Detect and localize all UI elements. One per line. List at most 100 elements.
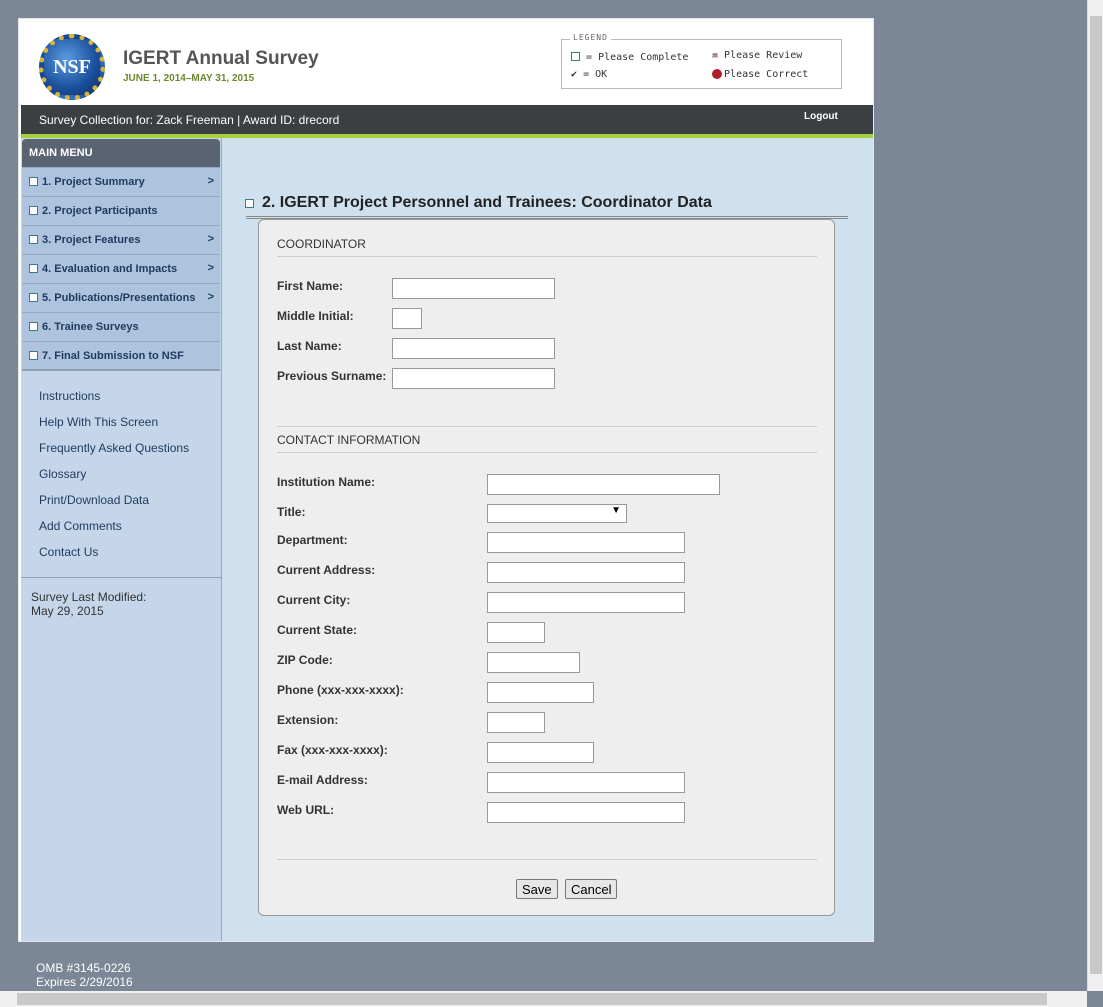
link-add-comments[interactable]: Add Comments (39, 519, 122, 533)
link-help[interactable]: Help With This Screen (39, 415, 158, 429)
web-url-input[interactable] (487, 802, 685, 823)
menu-item-project-summary[interactable]: 1. Project Summary > (22, 167, 220, 196)
square-icon (29, 206, 38, 215)
app-title: IGERT Annual Survey (123, 48, 319, 69)
page-title-text: 2. IGERT Project Personnel and Trainees:… (262, 194, 712, 211)
current-city-input[interactable] (487, 592, 685, 613)
fax-input[interactable] (487, 742, 594, 763)
form-divider (277, 859, 817, 860)
email-label: E-mail Address: (277, 773, 368, 787)
legend-complete: = Please Complete (586, 52, 689, 63)
square-icon (571, 52, 580, 61)
save-button[interactable]: Save (516, 879, 558, 899)
main-menu-title: MAIN MENU (22, 139, 220, 167)
footer: OMB #3145-0226 Expires 2/29/2016 (36, 961, 133, 989)
middle-initial-input[interactable] (392, 308, 422, 329)
institution-name-input[interactable] (487, 474, 720, 495)
previous-surname-input[interactable] (392, 368, 555, 389)
legend-correct: = Please Correct (712, 69, 809, 80)
legend-title: LEGEND (570, 33, 611, 42)
link-faq[interactable]: Frequently Asked Questions (39, 441, 189, 455)
email-input[interactable] (487, 772, 685, 793)
menu-item-label: 4. Evaluation and Impacts (42, 263, 178, 275)
menu-item-project-participants[interactable]: 2. Project Participants (22, 196, 220, 225)
fax-label: Fax (xxx-xxx-xxxx): (277, 743, 388, 757)
legend-ok: = OK (583, 69, 608, 80)
last-modified: Survey Last Modified: May 29, 2015 (31, 590, 146, 618)
nsf-logo: NSF (39, 34, 105, 100)
section-divider (277, 426, 817, 427)
menu-item-label: 5. Publications/Presentations (42, 292, 196, 304)
current-city-label: Current City: (277, 593, 351, 607)
check-icon: ✔ (571, 69, 578, 80)
coordinator-form: COORDINATOR First Name: Middle Initial: … (258, 219, 835, 916)
menu-item-project-features[interactable]: 3. Project Features > (22, 225, 220, 254)
contact-section-title: CONTACT INFORMATION (277, 433, 817, 453)
menu-item-label: 7. Final Submission to NSF (42, 350, 184, 362)
logout-link[interactable]: Logout (804, 111, 838, 122)
link-instructions[interactable]: Instructions (39, 389, 100, 403)
square-icon (29, 177, 38, 186)
first-name-label: First Name: (277, 279, 344, 293)
last-name-input[interactable] (392, 338, 555, 359)
square-icon (29, 235, 38, 244)
previous-surname-label: Previous Surname: (277, 369, 387, 383)
square-icon (29, 293, 38, 302)
last-modified-label: Survey Last Modified: (31, 590, 147, 604)
menu-item-trainee-surveys[interactable]: 6. Trainee Surveys (22, 312, 220, 341)
cancel-button[interactable]: Cancel (565, 879, 618, 899)
department-label: Department: (277, 533, 348, 547)
current-state-input[interactable] (487, 622, 545, 643)
vertical-scrollbar-thumb[interactable] (1090, 16, 1102, 974)
phone-label: Phone (xxx-xxx-xxxx): (277, 683, 404, 697)
survey-collection-info: Survey Collection for: Zack Freeman | Aw… (39, 113, 340, 127)
web-url-label: Web URL: (277, 803, 335, 817)
chevron-right-icon: > (207, 291, 214, 303)
institution-name-label: Institution Name: (277, 475, 375, 489)
last-name-label: Last Name: (277, 339, 342, 353)
menu-item-final-submission[interactable]: 7. Final Submission to NSF (22, 341, 220, 371)
horizontal-scrollbar[interactable] (0, 991, 1087, 1007)
header: NSF IGERT Annual Survey JUNE 1, 2014–MAY… (21, 20, 873, 105)
square-icon (29, 264, 38, 273)
link-print-download[interactable]: Print/Download Data (39, 493, 149, 507)
first-name-input[interactable] (392, 278, 555, 299)
square-icon (29, 351, 38, 360)
vertical-scrollbar[interactable] (1087, 0, 1103, 991)
legend-review: = Please Review (712, 50, 803, 61)
menu-item-evaluation-impacts[interactable]: 4. Evaluation and Impacts > (22, 254, 220, 283)
current-address-input[interactable] (487, 562, 685, 583)
square-icon (245, 199, 254, 208)
menu-item-publications[interactable]: 5. Publications/Presentations > (22, 283, 220, 312)
extension-input[interactable] (487, 712, 545, 733)
menu-item-label: 1. Project Summary (42, 176, 145, 188)
chevron-right-icon: > (207, 233, 214, 245)
omb-number: OMB #3145-0226 (36, 961, 131, 975)
user-bar: Survey Collection for: Zack Freeman | Aw… (21, 105, 873, 134)
current-state-label: Current State: (277, 623, 358, 637)
coordinator-section-title: COORDINATOR (277, 237, 817, 257)
menu-item-label: 6. Trainee Surveys (42, 321, 139, 333)
department-input[interactable] (487, 532, 685, 553)
chevron-right-icon: > (207, 262, 214, 274)
phone-input[interactable] (487, 682, 594, 703)
sidebar: MAIN MENU 1. Project Summary > 2. Project… (21, 138, 222, 941)
menu-item-label: 3. Project Features (42, 234, 141, 246)
survey-dates: JUNE 1, 2014–MAY 31, 2015 (123, 73, 255, 84)
chevron-right-icon: > (207, 175, 214, 187)
sidebar-divider (21, 577, 221, 578)
zip-code-label: ZIP Code: (277, 653, 333, 667)
square-icon (29, 322, 38, 331)
page-title: 2. IGERT Project Personnel and Trainees:… (245, 194, 712, 212)
current-address-label: Current Address: (277, 563, 376, 577)
horizontal-scrollbar-thumb[interactable] (17, 993, 1047, 1005)
last-modified-date: May 29, 2015 (31, 604, 104, 618)
title-select[interactable]: ▼ (487, 504, 627, 523)
link-glossary[interactable]: Glossary (39, 467, 86, 481)
title-label: Title: (277, 505, 306, 519)
zip-code-input[interactable] (487, 652, 580, 673)
middle-initial-label: Middle Initial: (277, 309, 354, 323)
legend: LEGEND = Please Complete ⚠ = Please Revi… (561, 33, 842, 89)
link-contact-us[interactable]: Contact Us (39, 545, 98, 559)
warning-icon: ⚠ (712, 50, 719, 61)
